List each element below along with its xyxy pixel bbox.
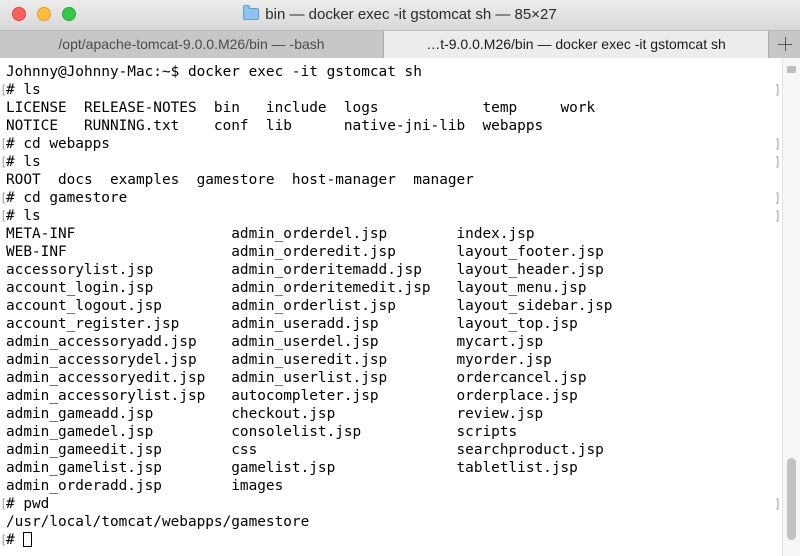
terminal-line-text: admin_accessoryedit.jsp admin_userlist.j…	[6, 370, 587, 386]
window-title: bin — docker exec -it gstomcat sh — 85×2…	[265, 6, 557, 23]
terminal-line-text: account_register.jsp admin_useradd.jsp l…	[6, 316, 578, 332]
prompt-mark-open: [	[0, 83, 8, 97]
terminal-line-text: admin_orderadd.jsp images	[6, 478, 284, 494]
terminal-line: [# ls]	[0, 81, 781, 99]
terminal-line-text: admin_gameedit.jsp css searchproduct.jsp	[6, 442, 604, 458]
terminal-line-text: account_logout.jsp admin_orderlist.jsp l…	[6, 298, 613, 314]
terminal-line-text: Johnny@Johnny-Mac:~$ docker exec -it gst…	[6, 64, 422, 80]
terminal-line: accessorylist.jsp admin_orderitemadd.jsp…	[6, 261, 612, 279]
terminal-line-text: admin_accessoryadd.jsp admin_userdel.jsp…	[6, 334, 544, 350]
terminal-line: [# ls]	[0, 153, 781, 171]
prompt-mark-open: [	[0, 137, 8, 151]
terminal-line-text: # cd webapps	[6, 136, 110, 152]
plus-icon[interactable]	[768, 31, 800, 58]
tab-bar: /opt/apache-tomcat-9.0.0.M26/bin — -bash…	[0, 30, 800, 58]
terminal-line: [#	[0, 531, 612, 549]
scrollbar[interactable]	[782, 58, 800, 556]
prompt-mark-close: ]	[774, 83, 782, 97]
terminal-line-text: #	[6, 532, 24, 548]
terminal-output[interactable]: Johnny@Johnny-Mac:~$ docker exec -it gst…	[0, 58, 782, 556]
terminal-line: /usr/local/tomcat/webapps/gamestore	[6, 513, 612, 531]
terminal-line-text: admin_gamedel.jsp consolelist.jsp script…	[6, 424, 518, 440]
scroll-thumb[interactable]	[787, 458, 796, 540]
terminal-line: [# pwd]	[0, 495, 781, 513]
folder-icon	[243, 5, 260, 20]
text-cursor	[23, 532, 33, 547]
terminal-line: admin_accessoryedit.jsp admin_userlist.j…	[6, 369, 612, 387]
terminal-line: admin_gamelist.jsp gamelist.jsp tabletli…	[6, 459, 612, 477]
terminal-line-text: # ls	[6, 154, 41, 170]
terminal-line: admin_orderadd.jsp images	[6, 477, 612, 495]
prompt-mark-open: [	[0, 209, 8, 223]
terminal-line-text: admin_accessorylist.jsp autocompleter.js…	[6, 388, 578, 404]
terminal-line: admin_gamedel.jsp consolelist.jsp script…	[6, 423, 612, 441]
terminal-line: account_register.jsp admin_useradd.jsp l…	[6, 315, 612, 333]
prompt-mark-open: [	[0, 191, 8, 205]
terminal-line-text: # ls	[6, 208, 41, 224]
terminal-line: META-INF admin_orderdel.jsp index.jsp	[6, 225, 612, 243]
terminal-line: [# ls]	[0, 207, 781, 225]
prompt-mark-open: [	[0, 533, 8, 547]
terminal-line: admin_gameedit.jsp css searchproduct.jsp	[6, 441, 612, 459]
prompt-mark-close: ]	[774, 155, 782, 169]
terminal-line-text: /usr/local/tomcat/webapps/gamestore	[6, 514, 310, 530]
terminal-line: [# cd webapps]	[0, 135, 781, 153]
terminal-line-text: accessorylist.jsp admin_orderitemadd.jsp…	[6, 262, 604, 278]
terminal-line-text: META-INF admin_orderdel.jsp index.jsp	[6, 226, 535, 242]
terminal-line-text: ROOT docs examples gamestore host-manage…	[6, 172, 474, 188]
prompt-mark-open: [	[0, 155, 8, 169]
terminal-line: admin_accessorylist.jsp autocompleter.js…	[6, 387, 612, 405]
prompt-mark-close: ]	[774, 497, 782, 511]
terminal-line-text: admin_gamelist.jsp gamelist.jsp tabletli…	[6, 460, 578, 476]
terminal-line-text: admin_accessorydel.jsp admin_useredit.js…	[6, 352, 552, 368]
window-title-container: bin — docker exec -it gstomcat sh — 85×2…	[0, 5, 800, 23]
terminal-line-text: LICENSE RELEASE-NOTES bin include logs t…	[6, 100, 596, 116]
scroll-up-arrow-icon[interactable]	[787, 66, 796, 73]
terminal-lines: Johnny@Johnny-Mac:~$ docker exec -it gst…	[0, 63, 781, 549]
terminal-line-text: # pwd	[6, 496, 50, 512]
terminal-line-text: # cd gamestore	[6, 190, 128, 206]
terminal-line: admin_accessorydel.jsp admin_useredit.js…	[6, 351, 612, 369]
title-bar[interactable]: bin — docker exec -it gstomcat sh — 85×2…	[0, 0, 800, 30]
terminal-line: WEB-INF admin_orderedit.jsp layout_foote…	[6, 243, 612, 261]
terminal-line-text: account_login.jsp admin_orderitemedit.js…	[6, 280, 587, 296]
prompt-mark-open: [	[0, 497, 8, 511]
terminal-line: ROOT docs examples gamestore host-manage…	[6, 171, 612, 189]
prompt-mark-close: ]	[774, 191, 782, 205]
terminal-line: NOTICE RUNNING.txt conf lib native-jni-l…	[6, 117, 612, 135]
prompt-mark-close: ]	[774, 209, 782, 223]
terminal-line: admin_accessoryadd.jsp admin_userdel.jsp…	[6, 333, 612, 351]
terminal-line: [# cd gamestore]	[0, 189, 781, 207]
terminal-line: account_logout.jsp admin_orderlist.jsp l…	[6, 297, 612, 315]
terminal-line: Johnny@Johnny-Mac:~$ docker exec -it gst…	[6, 63, 612, 81]
tab-bash[interactable]: /opt/apache-tomcat-9.0.0.M26/bin — -bash	[0, 31, 384, 58]
terminal-window: bin — docker exec -it gstomcat sh — 85×2…	[0, 0, 800, 556]
tab-docker-exec[interactable]: …t-9.0.0.M26/bin — docker exec -it gstom…	[384, 31, 768, 58]
terminal-line-text: # ls	[6, 82, 41, 98]
terminal-line-text: NOTICE RUNNING.txt conf lib native-jni-l…	[6, 118, 544, 134]
terminal-line: admin_gameadd.jsp checkout.jsp review.js…	[6, 405, 612, 423]
terminal-line: account_login.jsp admin_orderitemedit.js…	[6, 279, 612, 297]
terminal-line-text: WEB-INF admin_orderedit.jsp layout_foote…	[6, 244, 604, 260]
prompt-mark-close: ]	[774, 137, 782, 151]
terminal-line-text: admin_gameadd.jsp checkout.jsp review.js…	[6, 406, 544, 422]
terminal-line: LICENSE RELEASE-NOTES bin include logs t…	[6, 99, 612, 117]
